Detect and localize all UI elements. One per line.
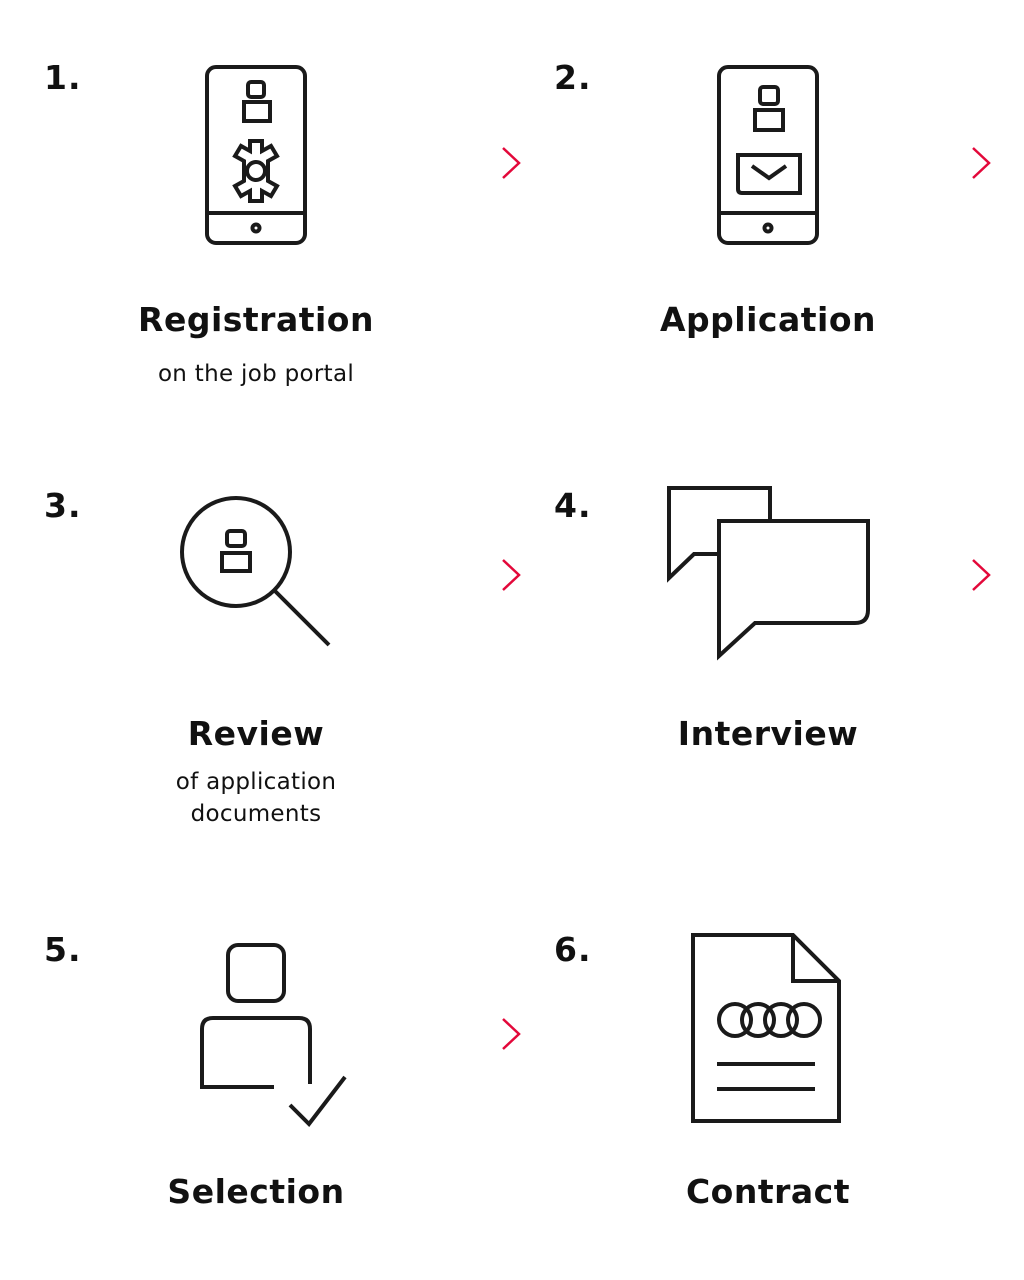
- step-subtitle: of application documents: [0, 766, 512, 830]
- contract-document-icon: [690, 932, 842, 1124]
- subtitle-line: documents: [190, 801, 322, 827]
- person-check-icon: [198, 942, 348, 1128]
- four-rings-logo: [717, 1002, 822, 1038]
- step-application: 2. Application: [512, 0, 1024, 420]
- step-number: 3.: [44, 486, 82, 525]
- step-number: 1.: [44, 58, 82, 97]
- step-review: 3. Review of application documents: [0, 420, 521, 840]
- step-number: 4.: [554, 486, 592, 525]
- chevron-right-icon: [970, 145, 994, 181]
- step-title: Selection: [167, 1172, 345, 1211]
- magnifier-person-icon: [178, 494, 334, 650]
- chevron-right-icon: [970, 557, 994, 593]
- step-title: Review: [187, 714, 325, 753]
- step-contract: 6. Contract: [512, 860, 1024, 1280]
- step-title: Interview: [677, 714, 859, 753]
- chat-bubbles-icon: [664, 484, 874, 666]
- step-number: 2.: [554, 58, 592, 97]
- step-interview: 4. Interview: [512, 420, 1024, 840]
- smartphone-gear-icon: [204, 64, 308, 246]
- subtitle-line: of application: [175, 769, 337, 795]
- step-title: Registration: [138, 300, 374, 339]
- step-title: Application: [660, 300, 876, 339]
- step-number: 6.: [554, 930, 592, 969]
- step-number: 5.: [44, 930, 82, 969]
- smartphone-mail-icon: [716, 64, 820, 246]
- step-selection: 5. Selection: [0, 860, 521, 1280]
- step-title: Contract: [685, 1172, 851, 1211]
- step-registration: 1. Registration on the job portal: [0, 0, 521, 420]
- step-subtitle: on the job portal: [157, 361, 355, 387]
